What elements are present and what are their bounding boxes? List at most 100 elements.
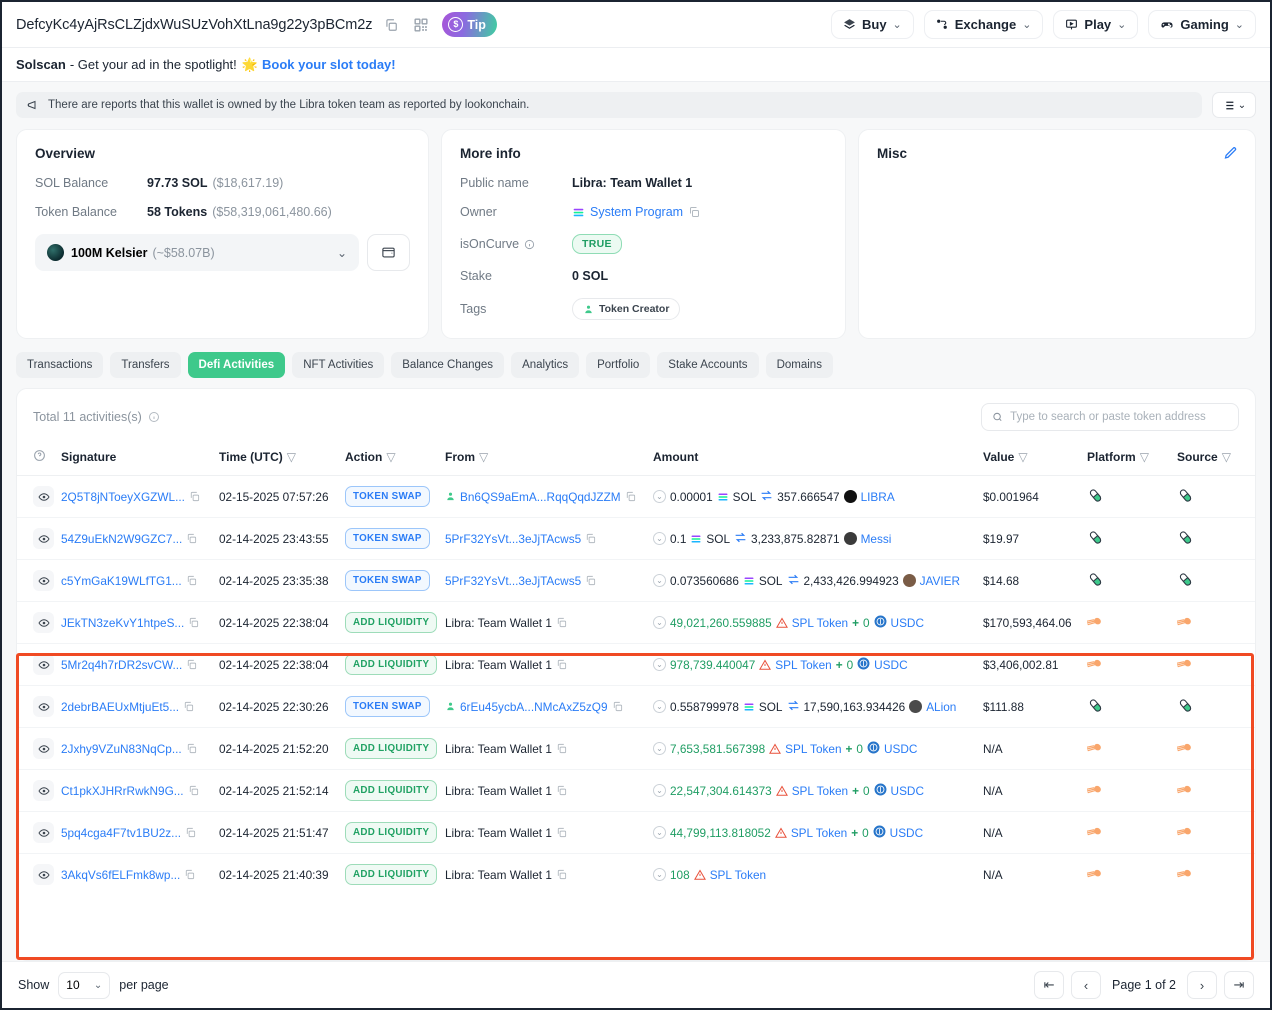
amount-a-token[interactable]: SPL Token — [792, 616, 848, 630]
amount-b-token[interactable]: USDC — [891, 784, 924, 798]
action-badge[interactable]: ADD LIQUIDITY — [345, 654, 437, 675]
filter-icon[interactable]: ▽ — [386, 450, 395, 464]
amount-b-token[interactable]: JAVIER — [920, 574, 960, 588]
signature-link[interactable]: 5pq4cga4F7tv1BU2z... — [61, 826, 181, 840]
comet-icon[interactable] — [1087, 829, 1104, 843]
expand-row-button[interactable] — [33, 612, 54, 633]
meteora-icon[interactable] — [1087, 535, 1104, 549]
copy-icon[interactable] — [186, 743, 197, 754]
expand-amount-icon[interactable]: ⌄ — [653, 574, 666, 587]
action-badge[interactable]: ADD LIQUIDITY — [345, 780, 437, 801]
signature-link[interactable]: 54Z9uEkN2W9GZC7... — [61, 532, 182, 546]
action-badge[interactable]: ADD LIQUIDITY — [345, 822, 437, 843]
amount-b-token[interactable]: USDC — [884, 742, 917, 756]
comet-icon[interactable] — [1087, 871, 1104, 885]
copy-icon[interactable] — [688, 206, 700, 218]
meteora-icon[interactable] — [1177, 493, 1194, 507]
expand-amount-icon[interactable]: ⌄ — [653, 784, 666, 797]
expand-row-button[interactable] — [33, 822, 54, 843]
tab-transactions[interactable]: Transactions — [16, 352, 103, 378]
copy-icon[interactable] — [556, 743, 567, 754]
comet-icon[interactable] — [1177, 787, 1194, 801]
meteora-icon[interactable] — [1087, 577, 1104, 591]
expand-row-button[interactable] — [33, 528, 54, 549]
amount-a-token[interactable]: SPL Token — [785, 742, 841, 756]
filter-icon[interactable]: ▽ — [1140, 450, 1149, 464]
amount-b-token[interactable]: ALion — [926, 700, 956, 714]
signature-link[interactable]: 2Jxhy9VZuN83NqCp... — [61, 742, 182, 756]
last-page-button[interactable]: ⇥ — [1224, 971, 1254, 999]
tab-balance-changes[interactable]: Balance Changes — [391, 352, 504, 378]
comet-icon[interactable] — [1177, 745, 1194, 759]
tab-portfolio[interactable]: Portfolio — [586, 352, 650, 378]
copy-icon[interactable] — [380, 14, 402, 36]
expand-row-button[interactable] — [33, 780, 54, 801]
amount-b-token[interactable]: LIBRA — [861, 490, 895, 504]
amount-b-token[interactable]: Messi — [861, 532, 892, 546]
signature-link[interactable]: JEkTN3zeKvY1htpeS... — [61, 616, 184, 630]
filter-icon[interactable]: ▽ — [1018, 450, 1027, 464]
wallet-view-button[interactable] — [367, 234, 410, 271]
search-input[interactable] — [1010, 411, 1228, 423]
comet-icon[interactable] — [1087, 619, 1104, 633]
comet-icon[interactable] — [1177, 871, 1194, 885]
expand-amount-icon[interactable]: ⌄ — [653, 532, 666, 545]
copy-icon[interactable] — [556, 827, 567, 838]
nav-exchange-button[interactable]: Exchange ⌄ — [924, 10, 1044, 39]
copy-icon[interactable] — [188, 617, 199, 628]
copy-icon[interactable] — [625, 491, 636, 502]
comet-icon[interactable] — [1177, 619, 1194, 633]
signature-link[interactable]: Ct1pkXJHRrRwkN9G... — [61, 784, 184, 798]
prev-page-button[interactable]: ‹ — [1071, 971, 1101, 999]
tab-transfers[interactable]: Transfers — [110, 352, 180, 378]
copy-icon[interactable] — [556, 869, 567, 880]
expand-row-button[interactable] — [33, 570, 54, 591]
expand-amount-icon[interactable]: ⌄ — [653, 490, 666, 503]
meteora-icon[interactable] — [1087, 493, 1104, 507]
token-dropdown[interactable]: 100M Kelsier (~$58.07B) ⌄ — [35, 234, 359, 271]
tab-nft-activities[interactable]: NFT Activities — [292, 352, 384, 378]
from-link[interactable]: 5PrF32YsVt...3eJjTAcws5 — [445, 532, 581, 546]
filter-icon[interactable]: ▽ — [1222, 450, 1231, 464]
next-page-button[interactable]: › — [1187, 971, 1217, 999]
info-icon[interactable] — [148, 411, 160, 423]
tab-analytics[interactable]: Analytics — [511, 352, 579, 378]
copy-icon[interactable] — [186, 533, 197, 544]
expand-amount-icon[interactable]: ⌄ — [653, 616, 666, 629]
tab-defi-activities[interactable]: Defi Activities — [188, 352, 286, 378]
qr-code-icon[interactable] — [410, 14, 432, 36]
copy-icon[interactable] — [612, 701, 623, 712]
action-badge[interactable]: ADD LIQUIDITY — [345, 612, 437, 633]
promo-link[interactable]: Book your slot today! — [262, 57, 396, 72]
signature-link[interactable]: 2debrBAEUxMtjuEt5... — [61, 700, 179, 714]
owner-link[interactable]: System Program — [590, 205, 683, 219]
info-icon[interactable] — [524, 239, 535, 250]
expand-amount-icon[interactable]: ⌄ — [653, 700, 666, 713]
nav-play-button[interactable]: Play ⌄ — [1053, 10, 1138, 39]
expand-amount-icon[interactable]: ⌄ — [653, 658, 666, 671]
copy-icon[interactable] — [189, 491, 200, 502]
signature-link[interactable]: c5YmGaK19WLfTG1... — [61, 574, 182, 588]
filter-icon[interactable]: ▽ — [287, 450, 296, 464]
comet-icon[interactable] — [1087, 745, 1104, 759]
expand-row-button[interactable] — [33, 864, 54, 885]
expand-row-button[interactable] — [33, 738, 54, 759]
nav-gaming-button[interactable]: Gaming ⌄ — [1148, 10, 1256, 39]
copy-icon[interactable] — [186, 659, 197, 670]
comet-icon[interactable] — [1177, 829, 1194, 843]
filter-icon[interactable]: ▽ — [479, 450, 488, 464]
copy-icon[interactable] — [585, 533, 596, 544]
copy-icon[interactable] — [184, 869, 195, 880]
comet-icon[interactable] — [1087, 661, 1104, 675]
copy-icon[interactable] — [186, 575, 197, 586]
expand-amount-icon[interactable]: ⌄ — [653, 826, 666, 839]
amount-a-token[interactable]: SPL Token — [791, 826, 847, 840]
help-circle-icon[interactable] — [33, 449, 46, 462]
signature-link[interactable]: 3AkqVs6fELFmk8wp... — [61, 868, 180, 882]
comet-icon[interactable] — [1177, 661, 1194, 675]
tab-domains[interactable]: Domains — [766, 352, 833, 378]
action-badge[interactable]: TOKEN SWAP — [345, 696, 430, 717]
amount-b-token[interactable]: USDC — [891, 616, 924, 630]
edit-icon[interactable] — [1223, 146, 1238, 166]
copy-icon[interactable] — [183, 701, 194, 712]
